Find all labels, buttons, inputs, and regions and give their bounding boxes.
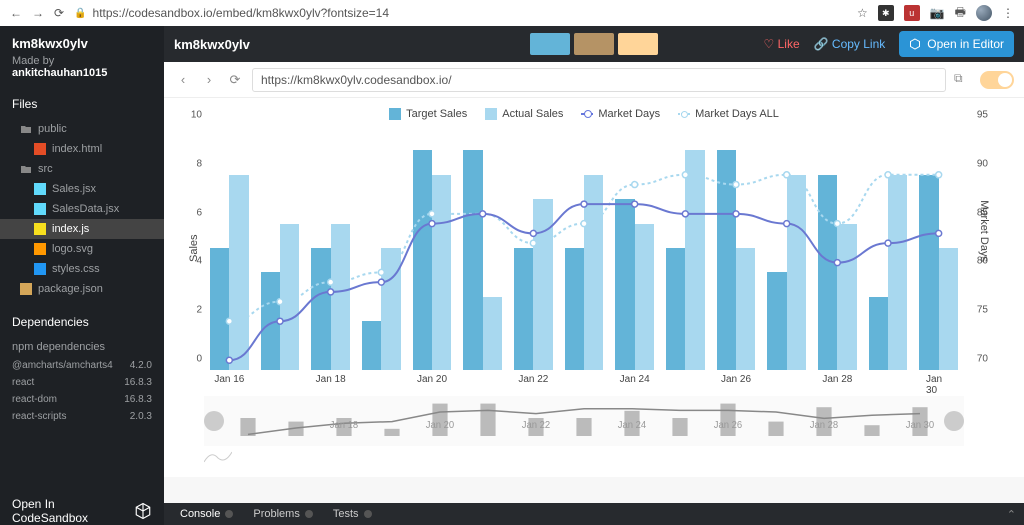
deps-header: Dependencies	[0, 307, 164, 337]
folder-src[interactable]: src	[0, 159, 164, 179]
svg-text:Jan 28: Jan 28	[810, 420, 838, 431]
files-header: Files	[0, 89, 164, 119]
dep-row[interactable]: react-dom16.8.3	[0, 391, 164, 408]
swatch-1[interactable]	[530, 33, 570, 55]
color-swatches	[530, 33, 658, 55]
preview-url-input[interactable]	[252, 68, 946, 92]
scroll-handle-right[interactable]	[944, 411, 964, 431]
tab-tests[interactable]: Tests	[325, 508, 380, 520]
console-tabs: Console Problems Tests ⌃	[164, 503, 1024, 525]
sidebar: km8kwx0ylv Made by ankitchauhan1015 File…	[0, 26, 164, 525]
lock-icon: 🔒	[74, 8, 86, 19]
file-icon	[34, 223, 46, 235]
project-author: Made by ankitchauhan1015	[0, 55, 164, 89]
dep-row[interactable]: react16.8.3	[0, 374, 164, 391]
file-icon	[34, 243, 46, 255]
print-icon[interactable]: 🖶	[955, 3, 966, 24]
menu-icon[interactable]: ⋮	[1002, 6, 1014, 20]
browser-nav: ← → ⟳	[10, 6, 64, 20]
chart-scrollbar[interactable]: Jan 18 Jan 20 Jan 22 Jan 24 Jan 26 Jan 28 Jan …	[204, 396, 964, 446]
folder-public[interactable]: public	[0, 119, 164, 139]
dep-row[interactable]: react-scripts2.0.3	[0, 408, 164, 425]
preview-forward-icon[interactable]: ›	[200, 72, 218, 87]
json-icon	[20, 283, 32, 295]
scroll-handle-left[interactable]	[204, 411, 224, 431]
folder-icon	[20, 163, 32, 175]
file-SalesData-jsx[interactable]: SalesData.jsx	[0, 199, 164, 219]
file-index-html[interactable]: index.html	[0, 139, 164, 159]
tab-console[interactable]: Console	[172, 508, 241, 520]
svg-text:Jan 18: Jan 18	[330, 420, 358, 431]
file-icon	[34, 263, 46, 275]
browser-url: https://codesandbox.io/embed/km8kwx0ylv?…	[93, 6, 390, 20]
address-bar[interactable]: 🔒 https://codesandbox.io/embed/km8kwx0yl…	[74, 6, 389, 20]
preview-toggle[interactable]	[980, 71, 1014, 89]
svg-text:Jan 20: Jan 20	[426, 420, 455, 431]
file-logo-svg[interactable]: logo.svg	[0, 239, 164, 259]
svg-text:Jan 30: Jan 30	[906, 420, 935, 431]
reload-icon[interactable]: ⟳	[54, 6, 64, 20]
copy-link-button[interactable]: 🔗 Copy Link	[814, 37, 886, 51]
file-icon	[34, 203, 46, 215]
star-icon[interactable]: ☆	[857, 6, 868, 20]
chart-area: Target Sales Actual Sales Market Days Ma…	[164, 98, 1024, 477]
swatch-2[interactable]	[574, 33, 614, 55]
chevron-up-icon[interactable]: ⌃	[1007, 508, 1016, 521]
preview-back-icon[interactable]: ‹	[174, 72, 192, 87]
amcharts-logo-icon	[204, 450, 232, 464]
sandbox-title: km8kwx0ylv	[174, 37, 250, 52]
svg-text:Jan 22: Jan 22	[522, 420, 550, 431]
file-package-json[interactable]: package.json	[0, 279, 164, 299]
svg-text:Jan 26: Jan 26	[714, 420, 742, 431]
file-index-js[interactable]: index.js	[0, 219, 164, 239]
ublock-icon[interactable]: u	[904, 5, 920, 21]
folder-icon	[20, 123, 32, 135]
line-market-days-all[interactable]	[229, 175, 938, 321]
file-Sales-jsx[interactable]: Sales.jsx	[0, 179, 164, 199]
legend-market[interactable]: Market Days	[581, 108, 660, 120]
browser-chrome: ← → ⟳ 🔒 https://codesandbox.io/embed/km8…	[0, 0, 1024, 26]
profile-avatar[interactable]	[976, 5, 992, 21]
file-icon	[34, 143, 46, 155]
chart-plot[interactable]: Sales Market Days 0246810 707580859095 J…	[204, 126, 964, 386]
open-editor-button[interactable]: Open in Editor	[899, 31, 1014, 57]
swatch-3[interactable]	[618, 33, 658, 55]
file-styles-css[interactable]: styles.css	[0, 259, 164, 279]
preview-urlbar: ‹ › ⟳ ⧉	[164, 62, 1024, 98]
chart-legend: Target Sales Actual Sales Market Days Ma…	[174, 108, 994, 120]
legend-market-all[interactable]: Market Days ALL	[678, 108, 779, 120]
legend-target[interactable]: Target Sales	[389, 108, 467, 120]
back-icon[interactable]: ←	[10, 6, 22, 20]
open-in-codesandbox-button[interactable]: Open In CodeSandbox	[0, 483, 164, 525]
main-area: km8kwx0ylv ♡ Like 🔗 Copy Link Open in Ed…	[164, 26, 1024, 525]
npm-deps-label: npm dependencies	[0, 337, 164, 357]
cube-icon	[909, 38, 921, 50]
camera-icon[interactable]: 📷	[930, 6, 945, 20]
forward-icon[interactable]: →	[32, 6, 44, 20]
like-button[interactable]: ♡ Like	[764, 37, 800, 51]
extension-icon[interactable]: ✱	[878, 5, 894, 21]
codesandbox-icon	[134, 502, 152, 520]
svg-text:Jan 24: Jan 24	[618, 420, 647, 431]
dep-row[interactable]: @amcharts/amcharts44.2.0	[0, 357, 164, 374]
file-icon	[34, 183, 46, 195]
legend-actual[interactable]: Actual Sales	[485, 108, 563, 120]
project-name: km8kwx0ylv	[0, 26, 164, 55]
copy-url-icon[interactable]: ⧉	[954, 71, 972, 89]
topbar: km8kwx0ylv ♡ Like 🔗 Copy Link Open in Ed…	[164, 26, 1024, 62]
preview-reload-icon[interactable]: ⟳	[226, 72, 244, 88]
tab-problems[interactable]: Problems	[245, 508, 320, 520]
